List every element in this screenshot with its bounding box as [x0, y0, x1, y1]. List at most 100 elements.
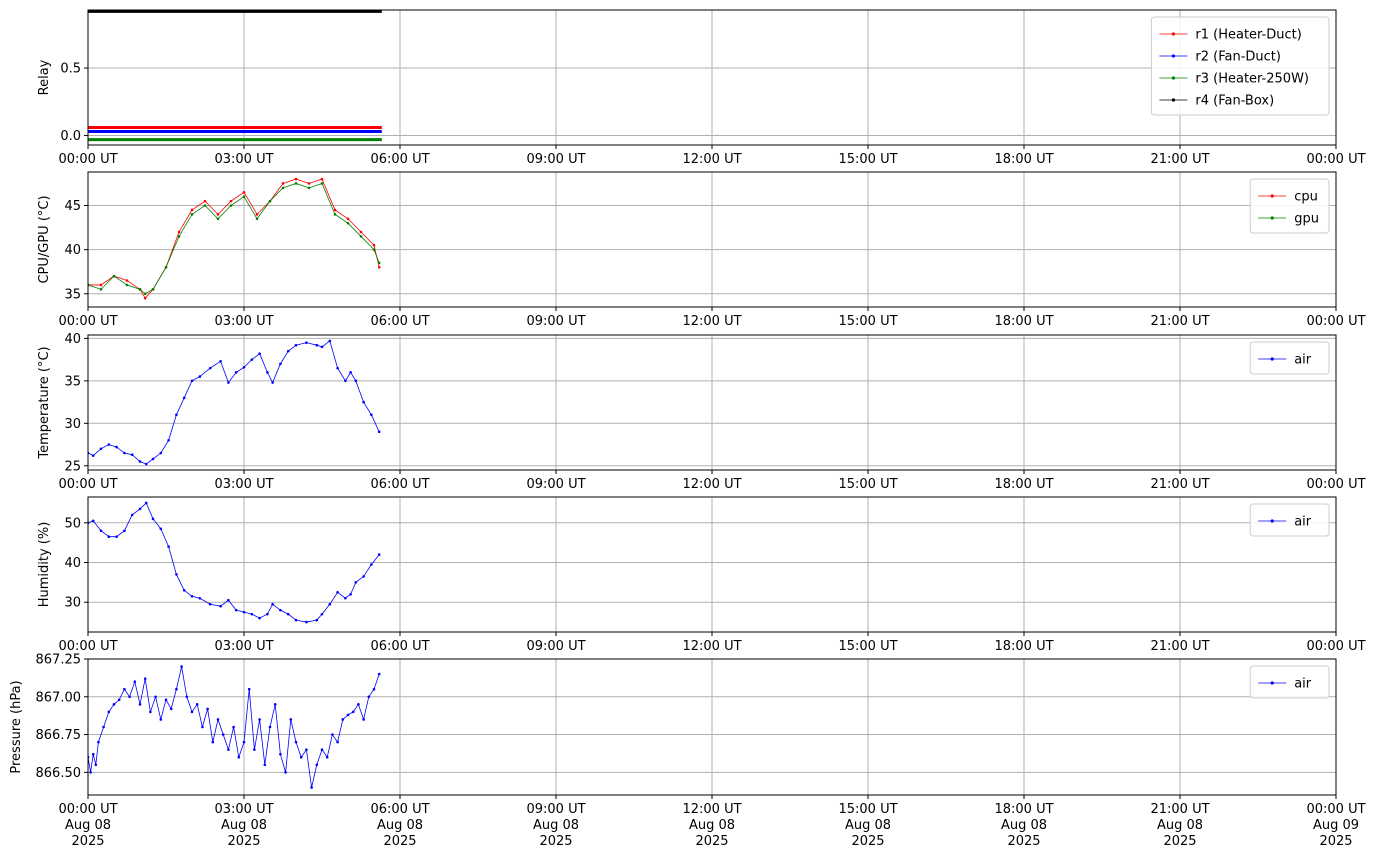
x-tick-label: 12:00 UT: [682, 477, 741, 492]
x-tick-label: 18:00 UT: [994, 152, 1053, 167]
data-point: [372, 687, 376, 691]
data-point: [284, 771, 287, 774]
x-tick-label: 06:00 UT Aug 08 2025: [370, 802, 429, 849]
data-point: [336, 366, 339, 370]
data-point: [286, 349, 290, 353]
data-point: [354, 581, 358, 584]
data-point: [362, 575, 365, 578]
x-tick-label: 15:00 UT: [838, 152, 897, 167]
data-point: [143, 292, 147, 296]
data-point: [123, 529, 126, 533]
data-point: [377, 430, 381, 434]
legend-swatch-marker: [1171, 98, 1175, 102]
data-point: [94, 763, 98, 767]
legend: air: [1249, 665, 1330, 699]
data-point: [279, 362, 282, 366]
data-point: [107, 710, 111, 714]
data-point: [99, 283, 103, 287]
data-point: [255, 217, 259, 221]
data-point: [99, 288, 103, 291]
data-point: [143, 296, 147, 300]
legend-entry: r1 (Heater-Duct): [1195, 28, 1301, 43]
data-point: [91, 519, 95, 523]
data-point: [164, 265, 168, 269]
x-tick-label: 00:00 UT Aug 08 2025: [58, 802, 117, 849]
data-point: [294, 177, 298, 181]
x-tick-label: 03:00 UT: [214, 152, 273, 167]
data-point: [377, 553, 381, 556]
data-point: [320, 177, 324, 181]
data-point: [351, 710, 355, 714]
data-point: [258, 616, 261, 620]
data-point: [102, 725, 105, 729]
y-tick-label: 867.25: [36, 653, 82, 668]
data-point: [123, 687, 126, 691]
data-point: [216, 217, 220, 221]
data-point: [159, 718, 163, 721]
y-tick-label: 0.0: [60, 129, 81, 144]
data-point: [266, 612, 269, 616]
data-point: [144, 462, 148, 466]
data-point: [250, 358, 254, 361]
data-point: [149, 710, 152, 714]
legend-box: [1249, 503, 1330, 537]
x-tick-label: 21:00 UT: [1150, 314, 1209, 329]
data-point: [305, 748, 308, 751]
data-point: [247, 687, 251, 691]
data-point: [349, 592, 352, 596]
data-point: [377, 265, 381, 269]
data-point: [279, 608, 282, 612]
data-point: [294, 618, 298, 622]
legend-entry: r4 (Fan-Box): [1195, 94, 1274, 109]
x-tick-label: 15:00 UT: [838, 477, 897, 492]
x-tick-label: 21:00 UT: [1150, 152, 1209, 167]
data-point: [349, 371, 352, 374]
data-point: [299, 755, 303, 759]
data-point: [344, 379, 347, 383]
data-point: [229, 199, 233, 203]
data-point: [175, 413, 178, 417]
data-point: [242, 740, 246, 744]
y-tick-label: 40: [64, 556, 81, 571]
x-tick-label: 09:00 UT: [526, 477, 585, 492]
y-axis-label: Relay: [37, 59, 52, 95]
legend-swatch-marker: [1270, 216, 1274, 220]
data-point: [346, 217, 350, 221]
x-tick-label: 12:00 UT: [682, 152, 741, 167]
x-tick-label: 09:00 UT Aug 08 2025: [526, 802, 585, 849]
y-tick-label: 25: [64, 459, 81, 474]
data-point: [377, 672, 381, 676]
legend: air: [1249, 341, 1330, 375]
y-axis-label: Humidity (%): [37, 522, 52, 608]
y-tick-label: 866.75: [36, 728, 82, 743]
chart-panel-5: 00:00 UT Aug 08 2025 03:00 UT Aug 08 2025 06:0…: [9, 653, 1366, 850]
y-tick-label: 50: [64, 516, 81, 531]
x-tick-label: 03:00 UT: [214, 639, 273, 654]
data-point: [91, 454, 95, 457]
data-point: [151, 288, 155, 291]
y-tick-label: 35: [64, 374, 81, 389]
x-tick-label: 18:00 UT: [994, 314, 1053, 329]
data-point: [159, 527, 163, 531]
legend-box: [1249, 665, 1330, 699]
legend-entry: cpu: [1294, 190, 1318, 205]
data-point: [336, 590, 339, 594]
x-tick-label: 06:00 UT: [370, 152, 429, 167]
x-tick-label: 12:00 UT Aug 08 2025: [682, 802, 741, 849]
x-tick-label: 00:00 UT: [58, 314, 117, 329]
legend-swatch-marker: [1270, 357, 1274, 361]
data-point: [250, 612, 254, 616]
x-tick-label: 21:00 UT: [1150, 477, 1209, 492]
data-point: [346, 221, 350, 225]
data-point: [266, 371, 269, 374]
legend-swatch-marker: [1270, 681, 1274, 685]
data-point: [315, 618, 319, 622]
data-point: [91, 752, 95, 756]
data-point: [263, 763, 267, 767]
data-point: [219, 604, 222, 608]
data-point: [123, 451, 126, 455]
data-point: [185, 695, 189, 699]
data-point: [221, 733, 225, 736]
data-point: [198, 596, 202, 600]
data-point: [273, 703, 277, 706]
